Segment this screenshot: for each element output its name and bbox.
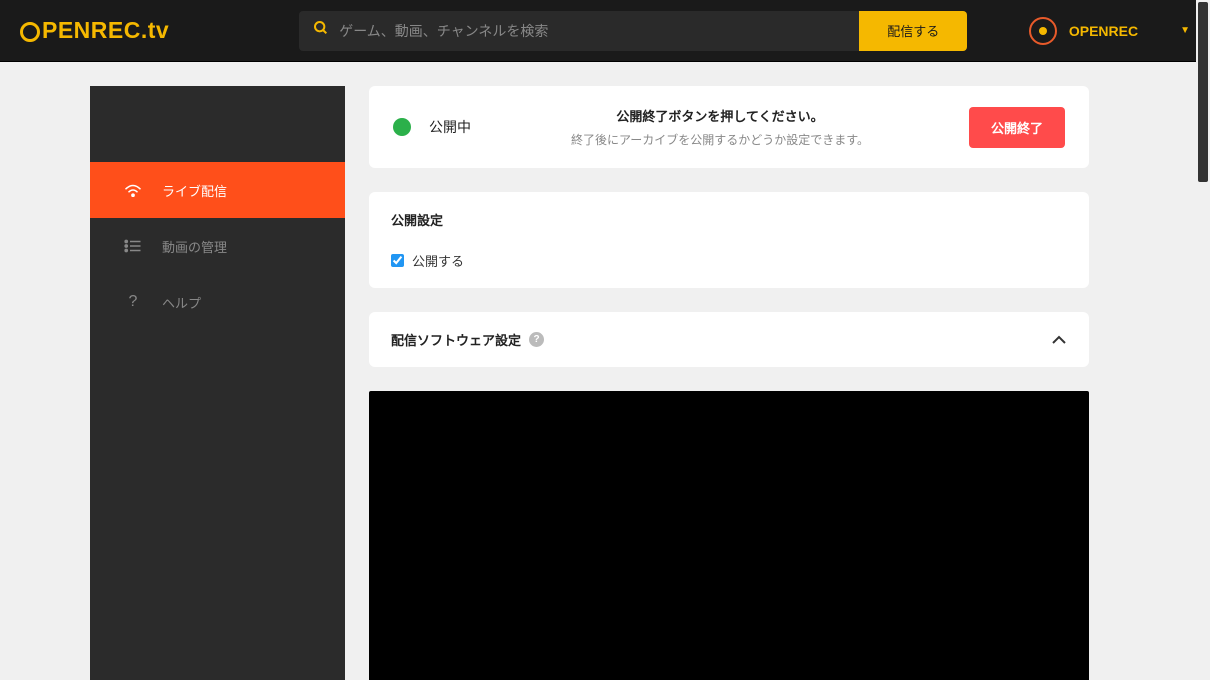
sidebar-item-help[interactable]: ? ヘルプ bbox=[90, 274, 345, 330]
header: PENREC.tv 配信する OPENREC ▼ bbox=[0, 0, 1210, 62]
container: ライブ配信 動画の管理 ? ヘルプ 公開中 公開終了ボタンを押してください。 終… bbox=[0, 62, 1210, 680]
status-title: 公開終了ボタンを押してください。 bbox=[471, 106, 969, 125]
publish-settings-title: 公開設定 bbox=[391, 210, 1067, 229]
list-icon bbox=[124, 239, 142, 253]
publish-settings-card: 公開設定 公開する bbox=[369, 192, 1089, 288]
scrollbar[interactable] bbox=[1196, 0, 1210, 680]
search-icon bbox=[313, 20, 329, 41]
status-subtitle: 終了後にアーカイブを公開するかどうか設定できます。 bbox=[471, 131, 969, 148]
software-settings-card[interactable]: 配信ソフトウェア設定 ? bbox=[369, 312, 1089, 367]
question-icon: ? bbox=[124, 293, 142, 311]
status-message: 公開終了ボタンを押してください。 終了後にアーカイブを公開するかどうか設定できま… bbox=[471, 106, 969, 148]
search-input[interactable] bbox=[339, 23, 845, 39]
end-broadcast-button[interactable]: 公開終了 bbox=[969, 107, 1065, 148]
broadcast-button[interactable]: 配信する bbox=[859, 11, 967, 51]
sidebar-item-label: ヘルプ bbox=[162, 293, 201, 312]
sidebar-item-label: ライブ配信 bbox=[162, 181, 227, 200]
status-label: 公開中 bbox=[429, 117, 471, 137]
avatar bbox=[1029, 17, 1057, 45]
sidebar-item-live[interactable]: ライブ配信 bbox=[90, 162, 345, 218]
header-user-menu[interactable]: OPENREC ▼ bbox=[1029, 17, 1190, 45]
sidebar-item-label: 動画の管理 bbox=[162, 237, 227, 256]
publish-checkbox-row[interactable]: 公開する bbox=[391, 251, 1067, 270]
video-preview[interactable] bbox=[369, 391, 1089, 680]
chevron-down-icon: ▼ bbox=[1180, 25, 1190, 36]
logo[interactable]: PENREC.tv bbox=[20, 17, 169, 44]
software-settings-title: 配信ソフトウェア設定 ? bbox=[391, 330, 544, 349]
status-dot-icon bbox=[393, 118, 411, 136]
main-content: 公開中 公開終了ボタンを押してください。 終了後にアーカイブを公開するかどうか設… bbox=[345, 86, 1113, 680]
wifi-icon bbox=[124, 183, 142, 197]
publish-checkbox[interactable] bbox=[391, 254, 404, 267]
status-card: 公開中 公開終了ボタンを押してください。 終了後にアーカイブを公開するかどうか設… bbox=[369, 86, 1089, 168]
chevron-up-icon[interactable] bbox=[1051, 332, 1067, 348]
username: OPENREC bbox=[1069, 23, 1138, 39]
logo-text: PENREC.tv bbox=[42, 17, 169, 44]
logo-o-icon bbox=[20, 22, 40, 42]
scrollbar-thumb[interactable] bbox=[1198, 2, 1208, 182]
search-bar[interactable] bbox=[299, 11, 859, 51]
sidebar-item-videos[interactable]: 動画の管理 bbox=[90, 218, 345, 274]
publish-checkbox-label: 公開する bbox=[412, 251, 464, 270]
sidebar: ライブ配信 動画の管理 ? ヘルプ bbox=[90, 86, 345, 680]
help-icon[interactable]: ? bbox=[529, 332, 544, 347]
